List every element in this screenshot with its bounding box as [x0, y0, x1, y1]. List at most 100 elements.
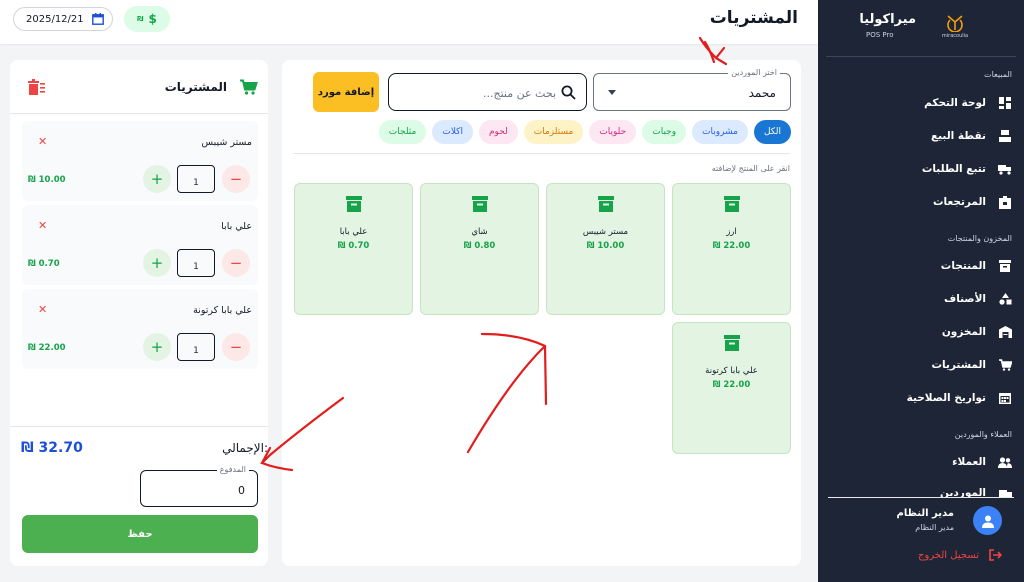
remove-item-button[interactable]: ✕ — [38, 219, 47, 232]
user-profile[interactable]: مدير النظام مدير النظام — [818, 500, 1024, 540]
product-search[interactable] — [388, 73, 587, 111]
quantity-field[interactable]: 1 — [177, 333, 215, 361]
tab-category[interactable]: مستلزمات — [523, 120, 584, 144]
remove-item-button[interactable]: ✕ — [38, 135, 47, 148]
date-value: 2025/12/21 — [26, 13, 84, 25]
product-card[interactable]: شاي ₪ 0.80 — [420, 183, 539, 315]
increase-qty-button[interactable]: + — [143, 333, 171, 361]
add-product-hint: انقر على المنتج لإضافته — [711, 164, 790, 173]
tab-category[interactable]: مشروبات — [692, 120, 748, 144]
save-button[interactable]: حفظ — [22, 515, 258, 553]
product-price: ₪ 22.00 — [712, 241, 751, 251]
increase-qty-button[interactable]: + — [143, 249, 171, 277]
date-chip[interactable]: 2025/12/21 — [13, 7, 113, 31]
calendar-icon — [92, 13, 104, 25]
paid-amount-field[interactable]: المدفوع 0 — [140, 465, 258, 507]
product-card[interactable]: مستر شيبس ₪ 10.00 — [546, 183, 665, 315]
product-name: علي بابا كرتونة — [705, 366, 758, 376]
tab-category[interactable]: لحوم — [478, 120, 518, 144]
tab-category[interactable]: مثلجات — [378, 120, 427, 144]
quantity-field[interactable]: 1 — [177, 165, 215, 193]
brand-name: ميراكوليا — [859, 12, 916, 27]
sidebar-item-label: المرتجعات — [932, 196, 986, 208]
sidebar: miracoulia ميراكوليا POS Pro المبيعات لو… — [818, 0, 1024, 582]
logout-button[interactable]: تسجيل الخروج — [918, 549, 1002, 561]
logout-label: تسجيل الخروج — [917, 549, 979, 561]
sidebar-item-warehouse[interactable]: المخزون — [818, 320, 1024, 344]
archive-box-icon — [998, 259, 1012, 273]
quantity-field[interactable]: 1 — [177, 249, 215, 277]
sidebar-item-label: المشتريات — [931, 359, 986, 371]
brand-logo: miracoulia — [938, 12, 972, 44]
tab-category[interactable]: اكلات — [432, 120, 473, 144]
supplier-icon — [998, 487, 1012, 497]
sidebar-item-purchases[interactable]: المشتريات — [818, 353, 1024, 377]
sidebar-item-label: نقطة البيع — [930, 130, 986, 142]
product-name: ارز — [726, 227, 737, 237]
tab-category[interactable]: الكل — [753, 120, 791, 144]
calendar-icon — [998, 391, 1012, 405]
search-icon — [561, 85, 576, 100]
search-input[interactable] — [406, 83, 556, 103]
sidebar-item-dashboard[interactable]: لوحة التحكم — [818, 91, 1024, 115]
brand-tag: POS Pro — [866, 31, 894, 39]
sidebar-item-label: الموردين — [940, 487, 986, 497]
supplier-select[interactable]: اختر الموردين محمد — [593, 68, 791, 111]
sidebar-item-label: لوحة التحكم — [924, 97, 986, 109]
chevron-down-icon — [608, 90, 616, 95]
product-name: مستر شيبس — [582, 227, 629, 237]
returns-icon — [998, 195, 1012, 209]
product-price: ₪ 22.00 — [712, 380, 751, 390]
user-icon — [981, 515, 994, 528]
product-price: ₪ 10.00 — [586, 241, 625, 251]
sidebar-item-returns[interactable]: المرتجعات — [818, 190, 1024, 214]
currency-toggle[interactable]: ₪ $ — [124, 6, 170, 32]
decrease-qty-button[interactable]: − — [222, 333, 250, 361]
decrease-qty-button[interactable]: − — [222, 165, 250, 193]
sidebar-divider — [826, 56, 1016, 57]
sidebar-item-label: العملاء — [952, 456, 986, 468]
archive-box-icon — [471, 195, 489, 213]
divider — [293, 153, 790, 154]
top-bar: المشتريات 2025/12/21 ₪ $ — [0, 0, 818, 44]
sidebar-item-order-tracking[interactable]: تتبع الطلبات — [818, 157, 1024, 181]
product-name: علي بابا — [339, 227, 368, 237]
tab-category[interactable]: وجبات — [642, 120, 687, 144]
total-label: الإجمالي: — [222, 441, 268, 455]
cart-item-name: علي بابا كرتونة — [193, 305, 252, 316]
sidebar-item-expiry-dates[interactable]: تواريخ الصلاحية — [818, 386, 1024, 410]
cart-item-price: ₪ 10.00 — [28, 175, 66, 185]
add-supplier-button[interactable]: إضافة مورد — [313, 72, 379, 112]
sidebar-item-pos[interactable]: نقطة البيع — [818, 124, 1024, 148]
product-name: شاي — [471, 227, 488, 237]
clear-cart-icon[interactable] — [28, 79, 45, 95]
total-value: ₪ 32.70 — [21, 440, 83, 456]
sidebar-item-label: الأصناف — [944, 293, 986, 305]
cart-icon — [998, 358, 1012, 372]
cart-item: علي بابا ✕ ₪ 0.70 + 1 − — [22, 205, 258, 285]
divider — [10, 113, 268, 114]
currency-dollar: $ — [148, 12, 157, 26]
avatar — [973, 506, 1002, 535]
increase-qty-button[interactable]: + — [143, 165, 171, 193]
remove-item-button[interactable]: ✕ — [38, 303, 47, 316]
sidebar-item-products[interactable]: المنتجات — [818, 254, 1024, 278]
sidebar-item-categories[interactable]: الأصناف — [818, 287, 1024, 311]
product-price: ₪ 0.70 — [337, 241, 370, 251]
decrease-qty-button[interactable]: − — [222, 249, 250, 277]
product-card[interactable]: ارز ₪ 22.00 — [672, 183, 791, 315]
product-card[interactable]: علي بابا كرتونة ₪ 22.00 — [672, 322, 791, 454]
pos-register-icon — [998, 129, 1012, 143]
category-tabs: الكل مشروبات وجبات حلويات مستلزمات لحوم … — [378, 120, 791, 144]
tab-category[interactable]: حلويات — [589, 120, 637, 144]
supplier-select-value: محمد — [748, 86, 776, 100]
paid-amount-value: 0 — [238, 484, 245, 497]
archive-box-icon — [723, 334, 741, 352]
sidebar-item-customers[interactable]: العملاء — [818, 450, 1024, 474]
cart-title: المشتريات — [164, 80, 227, 94]
sidebar-item-label: تتبع الطلبات — [921, 163, 986, 175]
brand: miracoulia ميراكوليا POS Pro — [818, 0, 1024, 56]
sidebar-item-suppliers[interactable]: الموردين — [818, 483, 1024, 497]
currency-shekel: ₪ — [137, 15, 144, 23]
product-card[interactable]: علي بابا ₪ 0.70 — [294, 183, 413, 315]
